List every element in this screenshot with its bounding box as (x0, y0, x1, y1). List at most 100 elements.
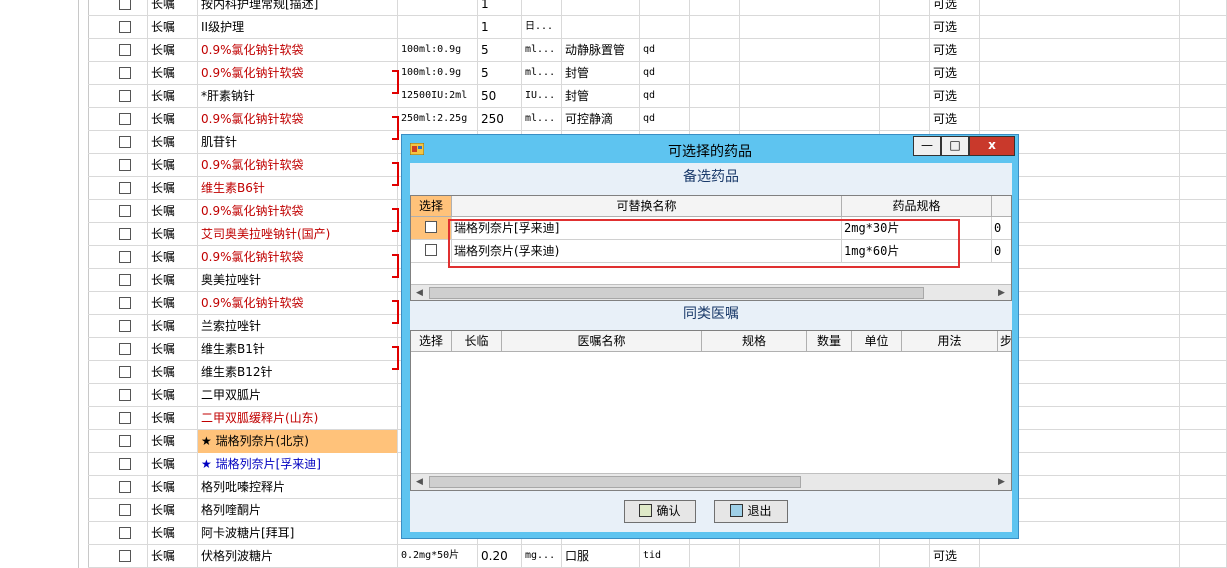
order-name: 维生素B6针 (198, 177, 398, 200)
order-row[interactable]: 长嘱 伏格列波糖片 0.2mg*50片 0.20 mg... 口服 tid 可选 (88, 545, 1227, 568)
order-checkbox[interactable] (119, 458, 131, 470)
order-name: 二甲双胍缓释片(山东) (198, 407, 398, 430)
order-checkbox[interactable] (119, 320, 131, 332)
confirm-label: 确认 (656, 504, 681, 518)
alt-header-name[interactable]: 可替换名称 (452, 196, 842, 217)
order-checkbox[interactable] (119, 67, 131, 79)
order-checkbox[interactable] (119, 366, 131, 378)
order-checkbox[interactable] (119, 412, 131, 424)
order-empty-cell (690, 545, 740, 568)
dialog-titlebar[interactable]: 可选择的药品 — □ x (402, 135, 1018, 163)
order-freq: qd (640, 39, 690, 62)
order-type: 长嘱 (148, 292, 198, 315)
scroll-left-icon[interactable]: ◀ (411, 474, 428, 490)
alt-row-checkbox[interactable] (425, 244, 437, 256)
order-unit: ml... (522, 39, 562, 62)
order-checkbox[interactable] (119, 274, 131, 286)
order-checkbox[interactable] (119, 297, 131, 309)
order-select-cell (88, 223, 148, 246)
order-empty-cell (690, 108, 740, 131)
order-empty-cell (1180, 430, 1227, 453)
same-header-step[interactable]: 步 (998, 331, 1011, 352)
order-row[interactable]: 长嘱 0.9%氯化钠针软袋 100ml:0.9g 5 ml... 封管 qd 可选 (88, 62, 1227, 85)
exit-button[interactable]: 退出 (714, 500, 788, 523)
order-row[interactable]: 长嘱 0.9%氯化钠针软袋 100ml:0.9g 5 ml... 动静脉置管 qd 可选 (88, 39, 1227, 62)
order-checkbox[interactable] (119, 389, 131, 401)
same-header-spec[interactable]: 规格 (702, 331, 807, 352)
order-row[interactable]: 长嘱 0.9%氯化钠针软袋 250ml:2.25g 250 ml... 可控静滴 qd 可选 (88, 108, 1227, 131)
order-checkbox[interactable] (119, 205, 131, 217)
order-checkbox[interactable] (119, 435, 131, 447)
order-name: ★ 瑞格列奈片(北京) (198, 430, 398, 453)
order-freq: tid (640, 545, 690, 568)
order-checkbox[interactable] (119, 21, 131, 33)
order-checkbox[interactable] (119, 44, 131, 56)
maximize-button[interactable]: □ (941, 136, 969, 156)
alt-row-extra: 0 (992, 240, 1011, 263)
alt-header-select[interactable]: 选择 (411, 196, 452, 217)
order-type: 长嘱 (148, 154, 198, 177)
same-header-usage[interactable]: 用法 (902, 331, 998, 352)
minimize-button[interactable]: — (913, 136, 941, 156)
order-qty: 1 (478, 0, 522, 16)
grid-edge-line (78, 0, 79, 568)
order-checkbox[interactable] (119, 550, 131, 562)
order-checkbox[interactable] (119, 90, 131, 102)
order-select-cell (88, 269, 148, 292)
alt-horizontal-scrollbar[interactable]: ◀ ▶ (411, 284, 1011, 300)
alt-header-spec[interactable]: 药品规格 (842, 196, 992, 217)
order-name: 按内科护理常规[描述] (198, 0, 398, 16)
same-header-qty[interactable]: 数量 (807, 331, 852, 352)
order-empty-cell (1180, 292, 1227, 315)
scroll-thumb[interactable] (429, 476, 801, 488)
order-name: 二甲双胍片 (198, 384, 398, 407)
order-empty-cell (1180, 39, 1227, 62)
order-empty-cell (690, 62, 740, 85)
same-header-type[interactable]: 长临 (452, 331, 502, 352)
order-row[interactable]: 长嘱 按内科护理常规[描述] 1 可选 (88, 0, 1227, 16)
order-select-cell (88, 62, 148, 85)
scroll-left-icon[interactable]: ◀ (411, 285, 428, 300)
alt-row-extra: 0 (992, 217, 1011, 240)
order-checkbox[interactable] (119, 343, 131, 355)
order-checkbox[interactable] (119, 481, 131, 493)
scroll-thumb[interactable] (429, 287, 924, 299)
order-select-cell (88, 131, 148, 154)
order-checkbox[interactable] (119, 136, 131, 148)
same-horizontal-scrollbar[interactable]: ◀ ▶ (411, 473, 1011, 490)
order-checkbox[interactable] (119, 113, 131, 125)
alt-row-select-cell[interactable] (411, 240, 452, 263)
order-type: 长嘱 (148, 246, 198, 269)
order-empty-cell (980, 16, 1180, 39)
order-select-cell (88, 246, 148, 269)
alt-section-title: 备选药品 (683, 169, 739, 185)
order-checkbox[interactable] (119, 228, 131, 240)
order-checkbox[interactable] (119, 251, 131, 263)
order-empty-cell (1180, 85, 1227, 108)
order-name: 兰索拉唑针 (198, 315, 398, 338)
order-checkbox[interactable] (119, 182, 131, 194)
same-header-name[interactable]: 医嘱名称 (502, 331, 702, 352)
scroll-right-icon[interactable]: ▶ (993, 285, 1010, 300)
order-checkbox[interactable] (119, 504, 131, 516)
order-select-cell (88, 430, 148, 453)
order-empty-cell (1180, 246, 1227, 269)
order-row[interactable]: 长嘱 *肝素钠针 12500IU:2ml 50 IU... 封管 qd 可选 (88, 85, 1227, 108)
order-row[interactable]: 长嘱 II级护理 1 日... 可选 (88, 16, 1227, 39)
alt-row-checkbox[interactable] (425, 221, 437, 233)
order-empty-cell (1180, 384, 1227, 407)
scroll-right-icon[interactable]: ▶ (993, 474, 1010, 490)
alt-row-select-cell[interactable] (411, 217, 452, 240)
order-empty-cell (1180, 476, 1227, 499)
confirm-button[interactable]: 确认 (624, 500, 696, 523)
order-checkbox[interactable] (119, 527, 131, 539)
order-spec: 250ml:2.25g (398, 108, 478, 131)
same-header-select[interactable]: 选择 (411, 331, 452, 352)
order-route (562, 0, 640, 16)
order-checkbox[interactable] (119, 0, 131, 10)
same-header-unit[interactable]: 单位 (852, 331, 902, 352)
group-bracket-marker (392, 346, 399, 370)
close-button[interactable]: x (969, 136, 1015, 156)
order-checkbox[interactable] (119, 159, 131, 171)
order-select-cell (88, 453, 148, 476)
